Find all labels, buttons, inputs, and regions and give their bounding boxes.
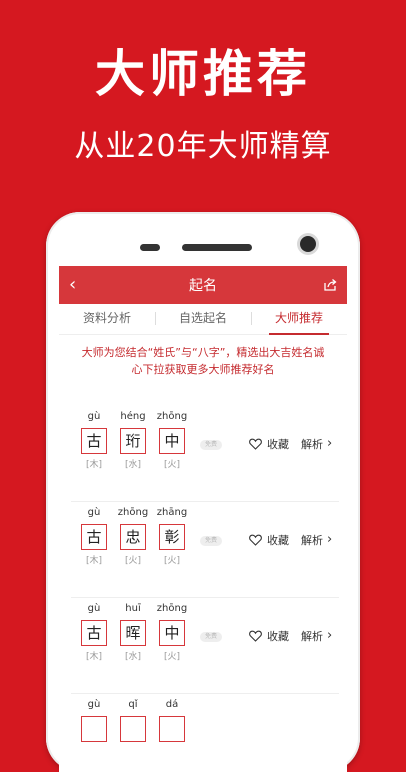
pinyin: gù (87, 603, 101, 614)
tab-bar: 资料分析 自选起名 大师推荐 (59, 304, 347, 335)
tab-divider (155, 312, 156, 325)
tab-master-recommend[interactable]: 大师推荐 (251, 304, 347, 335)
element-label: [水] (124, 460, 142, 470)
page-title: 起名 (189, 278, 217, 294)
hanzi-box: 忠 (120, 524, 146, 550)
pinyin: zhōng (117, 507, 149, 518)
pinyin: zhōng (156, 411, 188, 422)
pinyin: gù (87, 411, 101, 422)
element-label: [火] (163, 556, 181, 566)
chevron-right-icon[interactable]: › (327, 629, 332, 642)
heart-icon[interactable] (249, 534, 262, 546)
analyze-button[interactable]: 解析 (301, 436, 323, 452)
pinyin: huī (125, 603, 141, 614)
pinyin: héng (120, 411, 146, 422)
sensor-dot (140, 244, 160, 251)
name-row[interactable]: gù 古 [木] héng 珩 [水] zhōng 中 [火] 免费 收藏 解析 › (71, 406, 339, 502)
free-tag: 免费 (200, 536, 222, 546)
pinyin: gù (87, 507, 101, 518)
free-tag: 免费 (200, 632, 222, 642)
heart-icon[interactable] (249, 438, 262, 450)
hanzi-box: 彰 (159, 524, 185, 550)
element-label: [木] (85, 460, 103, 470)
promo-headline: 大师推荐 (95, 45, 311, 103)
chevron-right-icon[interactable]: › (327, 533, 332, 546)
promo-subline: 从业20年大师精算 (74, 129, 332, 164)
element-label: [火] (163, 460, 181, 470)
heart-icon[interactable] (249, 630, 262, 642)
name-row[interactable]: gù 古 [木] huī 晖 [水] zhōng 中 [火] 免费 收藏 解析 › (71, 598, 339, 694)
hanzi-box: 晖 (120, 620, 146, 646)
front-camera (300, 236, 316, 252)
tab-data-analysis[interactable]: 资料分析 (59, 304, 155, 334)
favorite-button[interactable]: 收藏 (267, 436, 289, 452)
name-list: gù 古 [木] héng 珩 [水] zhōng 中 [火] 免费 收藏 解析 › gù 古… (59, 406, 347, 772)
chevron-right-icon[interactable]: › (327, 437, 332, 450)
tab-divider (251, 312, 252, 325)
earpiece-speaker (182, 244, 252, 251)
tab-self-select[interactable]: 自选起名 (155, 304, 251, 334)
phone-mockup: ‹ 起名 资料分析 自选起名 大师推荐 大师为您结合“姓氏”与“八字”，精选出大… (46, 212, 360, 772)
hanzi-box: 古 (81, 428, 107, 454)
app-screen: ‹ 起名 资料分析 自选起名 大师推荐 大师为您结合“姓氏”与“八字”，精选出大… (59, 266, 347, 772)
pinyin: dá (165, 699, 179, 710)
free-tag: 免费 (200, 440, 222, 450)
pinyin: zhōng (156, 603, 188, 614)
analyze-button[interactable]: 解析 (301, 532, 323, 548)
favorite-button[interactable]: 收藏 (267, 628, 289, 644)
share-icon[interactable] (323, 278, 337, 292)
element-label: [水] (124, 652, 142, 662)
pinyin: gù (87, 699, 101, 710)
element-label: [火] (124, 556, 142, 566)
hanzi-box: 古 (81, 524, 107, 550)
hanzi-box: 中 (159, 428, 185, 454)
name-row[interactable]: gù 古 [木] zhōng 忠 [火] zhāng 彰 [火] 免费 收藏 解析 › (71, 502, 339, 598)
pinyin: zhāng (156, 507, 188, 518)
element-label: [木] (85, 652, 103, 662)
element-label: [木] (85, 556, 103, 566)
element-label: [火] (163, 652, 181, 662)
pinyin: qǐ (128, 699, 138, 710)
name-row[interactable]: gù qǐ dá (71, 694, 339, 772)
analyze-button[interactable]: 解析 (301, 628, 323, 644)
hanzi-box: 中 (159, 620, 185, 646)
hanzi-box: 珩 (120, 428, 146, 454)
app-bar: ‹ 起名 (59, 266, 347, 304)
favorite-button[interactable]: 收藏 (267, 532, 289, 548)
recommend-notice: 大师为您结合“姓氏”与“八字”，精选出大吉姓名诚心下拉获取更多大师推荐好名 (81, 346, 325, 376)
back-icon[interactable]: ‹ (69, 275, 76, 295)
hanzi-box: 古 (81, 620, 107, 646)
